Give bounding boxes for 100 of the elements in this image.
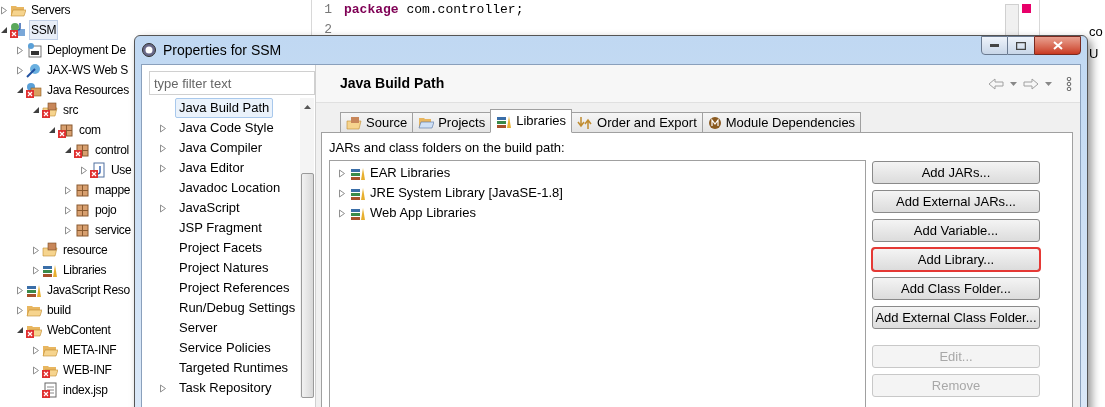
scrollbar[interactable] bbox=[300, 98, 314, 398]
tree-item[interactable]: META-INF bbox=[61, 340, 119, 360]
collapsed-arrow-icon[interactable] bbox=[16, 285, 24, 295]
tree-item[interactable]: resource bbox=[61, 240, 110, 260]
collapsed-arrow-icon[interactable] bbox=[64, 205, 72, 215]
folder-icon bbox=[418, 115, 435, 130]
page-item[interactable]: Java Compiler bbox=[175, 138, 267, 158]
page-item[interactable]: JSP Fragment bbox=[175, 218, 266, 238]
page-item[interactable]: Server bbox=[175, 318, 222, 338]
page-item[interactable]: Run/Debug Settings bbox=[175, 298, 300, 318]
collapsed-arrow-icon[interactable] bbox=[32, 245, 40, 255]
module-icon bbox=[707, 115, 722, 130]
collapsed-arrow-icon[interactable] bbox=[338, 188, 346, 198]
library-item[interactable]: JRE System Library [JavaSE-1.8] bbox=[370, 183, 563, 203]
expanded-arrow-icon[interactable] bbox=[16, 326, 24, 334]
tree-item[interactable]: mappe bbox=[93, 180, 133, 200]
tree-item[interactable]: WEB-INF bbox=[61, 360, 114, 380]
page-item[interactable]: Project Natures bbox=[175, 258, 273, 278]
caption: JARs and class folders on the build path: bbox=[329, 139, 566, 157]
menu-icon[interactable] bbox=[1066, 76, 1072, 91]
collapsed-arrow-icon[interactable] bbox=[159, 123, 167, 133]
tree-item[interactable]: SSM bbox=[29, 20, 59, 40]
action-button[interactable]: Add Class Folder... bbox=[872, 277, 1040, 300]
dropdown-caret-icon[interactable] bbox=[1045, 81, 1052, 86]
tree-item[interactable]: JAX-WS Web S bbox=[45, 60, 130, 80]
collapsed-arrow-icon[interactable] bbox=[32, 365, 40, 375]
tree-item[interactable]: Servers bbox=[29, 0, 73, 20]
package-folder-icon bbox=[346, 115, 362, 130]
tree-item[interactable]: Libraries bbox=[61, 260, 109, 280]
collapsed-arrow-icon[interactable] bbox=[64, 185, 72, 195]
action-button[interactable]: Add External Class Folder... bbox=[872, 306, 1040, 329]
library-item[interactable]: EAR Libraries bbox=[370, 163, 451, 183]
arrows-icon bbox=[577, 115, 594, 130]
package-icon bbox=[74, 222, 90, 238]
filter-field[interactable]: type filter text bbox=[149, 71, 315, 95]
forward-arrow-icon[interactable] bbox=[1023, 77, 1039, 90]
collapsed-arrow-icon[interactable] bbox=[159, 203, 167, 213]
expanded-arrow-icon[interactable] bbox=[16, 86, 24, 94]
collapsed-arrow-icon[interactable] bbox=[159, 143, 167, 153]
dialog-title: Properties for SSM bbox=[163, 40, 282, 60]
descriptor-icon bbox=[26, 42, 42, 58]
scroll-up-icon[interactable] bbox=[303, 105, 311, 109]
collapsed-arrow-icon[interactable] bbox=[16, 45, 24, 55]
page-item[interactable]: Java Code Style bbox=[175, 118, 278, 138]
tree-item[interactable]: Deployment De bbox=[45, 40, 128, 60]
page-item[interactable]: Javadoc Location bbox=[175, 178, 285, 198]
tree-item[interactable]: Use bbox=[109, 160, 134, 180]
page-item[interactable]: Service Policies bbox=[175, 338, 275, 358]
close-button[interactable] bbox=[1034, 36, 1081, 55]
tree-item[interactable]: index.jsp bbox=[61, 380, 110, 400]
code-line: package com.controller; bbox=[344, 1, 524, 20]
expanded-arrow-icon[interactable] bbox=[64, 146, 72, 154]
action-button[interactable]: Add JARs... bbox=[872, 161, 1040, 184]
collapsed-arrow-icon[interactable] bbox=[0, 5, 8, 15]
error-marker-icon bbox=[1022, 4, 1031, 13]
back-arrow-icon[interactable] bbox=[988, 77, 1004, 90]
expanded-arrow-icon[interactable] bbox=[0, 26, 8, 34]
collapsed-arrow-icon[interactable] bbox=[80, 165, 88, 175]
minimize-icon bbox=[990, 44, 999, 47]
books-icon bbox=[496, 114, 513, 128]
page-item[interactable]: Task Repository bbox=[175, 378, 276, 398]
scrollbar-thumb[interactable] bbox=[300, 173, 314, 398]
collapsed-arrow-icon[interactable] bbox=[16, 305, 24, 315]
tree-item[interactable]: com bbox=[77, 120, 103, 140]
page-item[interactable]: Java Build Path bbox=[175, 98, 274, 118]
page-item[interactable]: Project Facets bbox=[175, 238, 267, 258]
restore-icon bbox=[1016, 41, 1026, 50]
tree-item[interactable]: WebContent bbox=[45, 320, 113, 340]
library-item[interactable]: Web App Libraries bbox=[370, 203, 476, 223]
collapsed-arrow-icon[interactable] bbox=[159, 383, 167, 393]
tree-item[interactable]: build bbox=[45, 300, 73, 320]
collapsed-arrow-icon[interactable] bbox=[32, 345, 40, 355]
page-item[interactable]: Project References bbox=[175, 278, 294, 298]
collapsed-arrow-icon[interactable] bbox=[338, 168, 346, 178]
collapsed-arrow-icon[interactable] bbox=[159, 163, 167, 173]
tree-item[interactable]: pojo bbox=[93, 200, 119, 220]
expanded-arrow-icon[interactable] bbox=[48, 126, 56, 134]
collapsed-arrow-icon[interactable] bbox=[338, 208, 346, 218]
tree-item[interactable]: service bbox=[93, 220, 133, 240]
page-item[interactable]: Java Editor bbox=[175, 158, 249, 178]
dropdown-caret-icon[interactable] bbox=[1010, 81, 1017, 86]
tree-item[interactable]: control bbox=[93, 140, 131, 160]
action-button[interactable]: Add Variable... bbox=[872, 219, 1040, 242]
tab[interactable]: Libraries bbox=[490, 109, 573, 133]
page-item[interactable]: Targeted Runtimes bbox=[175, 358, 293, 378]
package-icon bbox=[74, 202, 90, 218]
collapsed-arrow-icon[interactable] bbox=[64, 225, 72, 235]
close-icon bbox=[1052, 41, 1063, 50]
tree-item[interactable]: JavaScript Reso bbox=[45, 280, 132, 300]
minimize-button[interactable] bbox=[981, 36, 1008, 55]
action-button[interactable]: Add Library... bbox=[872, 248, 1040, 271]
action-button[interactable]: Add External JARs... bbox=[872, 190, 1040, 213]
expanded-arrow-icon[interactable] bbox=[32, 106, 40, 114]
page-item[interactable]: JavaScript bbox=[175, 198, 244, 218]
collapsed-arrow-icon[interactable] bbox=[16, 65, 24, 75]
collapsed-arrow-icon[interactable] bbox=[32, 265, 40, 275]
maximize-button[interactable] bbox=[1008, 36, 1034, 55]
tree-item[interactable]: Java Resources bbox=[45, 80, 131, 100]
line-number: 1 bbox=[323, 1, 333, 20]
tree-item[interactable]: src bbox=[61, 100, 81, 120]
